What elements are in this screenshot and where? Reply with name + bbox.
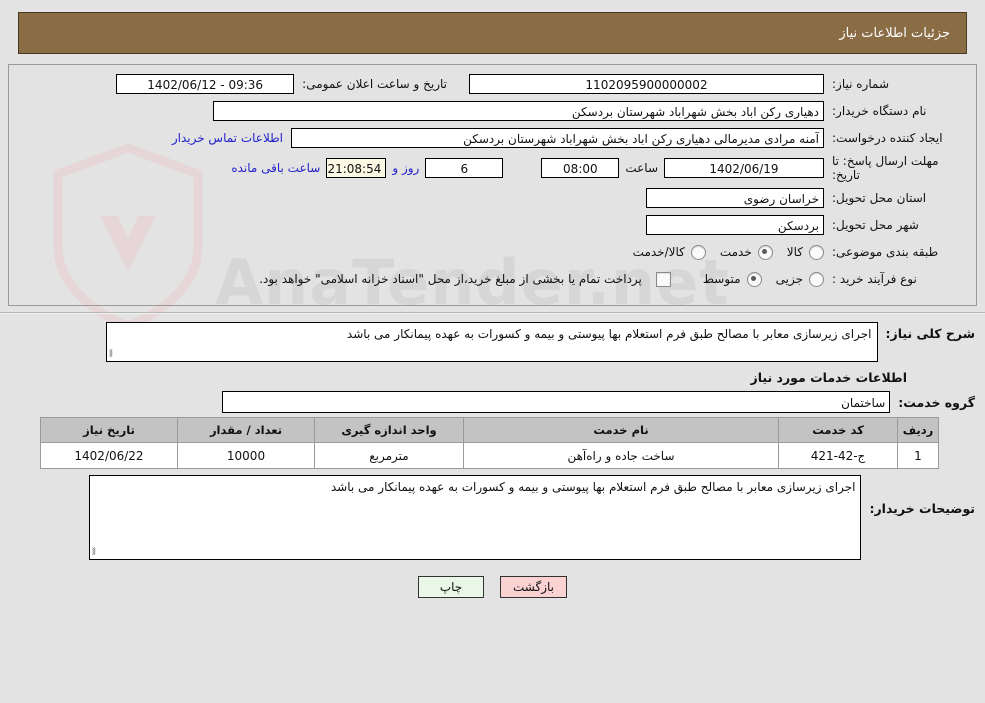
- buyer-notes-row: توضیحات خریدار: اجرای زیرسازی معابر با م…: [10, 475, 975, 560]
- radio-icon-jozi[interactable]: [809, 271, 824, 287]
- col-index: ردیف: [897, 417, 939, 443]
- remaining-days-field[interactable]: 6: [425, 158, 504, 178]
- cell-quantity: 10000: [177, 442, 315, 469]
- service-group-field[interactable]: ساختمان: [222, 391, 891, 413]
- need-number-field[interactable]: 1102095900000002: [469, 74, 824, 94]
- requester-field[interactable]: آمنه مرادی مدیرمالی دهیاری رکن اباد بخش …: [291, 128, 824, 148]
- process-radio-group: جزیی متوسط: [689, 271, 824, 287]
- buyer-notes-textarea[interactable]: اجرای زیرسازی معابر با مصالح طبق فرم است…: [89, 475, 862, 560]
- col-need-date: تاریخ نیاز: [40, 417, 178, 443]
- resize-grip-icon[interactable]: ⧚: [109, 347, 121, 360]
- buyer-notes-value: اجرای زیرسازی معابر با مصالح طبق فرم است…: [330, 480, 856, 494]
- page-title: جزئیات اطلاعات نیاز: [839, 25, 950, 41]
- process-option-motevaset[interactable]: متوسط: [702, 271, 762, 287]
- radio-icon-kala[interactable]: [809, 244, 824, 260]
- cell-name: ساخت جاده و راه‌آهن: [463, 442, 779, 469]
- treasury-note-label: پرداخت تمام یا بخشی از مبلغ خرید،از محل …: [259, 272, 642, 286]
- category-radio-group: کالا خدمت کالا/خدمت: [619, 244, 824, 260]
- process-option-jozi[interactable]: جزیی: [775, 271, 824, 287]
- remaining-hours-label: ساعت باقی مانده: [231, 161, 321, 175]
- deadline-time-field[interactable]: 08:00: [541, 158, 620, 178]
- category-option-kala-label: کالا: [786, 245, 803, 259]
- public-announce-field[interactable]: 09:36 - 1402/06/12: [116, 74, 295, 94]
- days-label: روز و: [392, 161, 420, 175]
- row-need-number: شماره نیاز: 1102095900000002 تاریخ و ساع…: [15, 73, 970, 95]
- row-province: استان محل تحویل: خراسان رضوی: [15, 187, 970, 209]
- table-row[interactable]: 1 ج-42-421 ساخت جاده و راه‌آهن مترمربع 1…: [40, 442, 939, 469]
- general-description-section: شرح کلی نیاز: اجرای زیرسازی معابر با مصا…: [0, 314, 985, 417]
- row-category: طبقه بندی موضوعی: کالا خدمت کالا/خدمت: [15, 241, 970, 263]
- row-deadline: مهلت ارسال پاسخ: تا تاریخ: 1402/06/19 سا…: [15, 154, 970, 182]
- remaining-time-field[interactable]: 21:08:54: [326, 158, 387, 178]
- province-label: استان محل تحویل:: [832, 191, 927, 205]
- services-table-wrapper: ردیف کد خدمت نام خدمت واحد اندازه گیری ت…: [0, 417, 985, 469]
- action-button-bar: بازگشت چاپ: [0, 564, 985, 598]
- requester-label: ایجاد کننده درخواست:: [832, 131, 943, 145]
- category-label: طبقه بندی موضوعی:: [832, 245, 939, 259]
- buyer-notes-label: توضیحات خریدار:: [869, 501, 975, 516]
- back-button[interactable]: بازگشت: [500, 576, 567, 598]
- col-name: نام خدمت: [463, 417, 779, 443]
- col-code: کد خدمت: [778, 417, 898, 443]
- services-table-header-row: ردیف کد خدمت نام خدمت واحد اندازه گیری ت…: [40, 417, 939, 443]
- city-label: شهر محل تحویل:: [832, 218, 919, 232]
- radio-icon-kala-khedmat[interactable]: [690, 244, 706, 260]
- col-quantity: تعداد / مقدار: [177, 417, 315, 443]
- col-unit: واحد اندازه گیری: [314, 417, 464, 443]
- general-description-textarea[interactable]: اجرای زیرسازی معابر با مصالح طبق فرم است…: [105, 322, 878, 362]
- radio-icon-khedmat[interactable]: [757, 244, 773, 260]
- category-option-khedmat-label: خدمت: [719, 245, 752, 259]
- resize-grip-icon-notes[interactable]: ⧚: [92, 545, 104, 558]
- province-field[interactable]: خراسان رضوی: [646, 188, 824, 208]
- city-field[interactable]: بردسکن: [646, 215, 824, 235]
- row-city: شهر محل تحویل: بردسکن: [15, 214, 970, 236]
- cell-need-date: 1402/06/22: [40, 442, 178, 469]
- services-section-title: اطلاعات خدمات مورد نیاز: [750, 370, 908, 385]
- general-description-label: شرح کلی نیاز:: [885, 326, 975, 341]
- radio-icon-motevaset[interactable]: [746, 271, 762, 287]
- need-info-panel: شماره نیاز: 1102095900000002 تاریخ و ساع…: [8, 64, 977, 306]
- buyer-org-field[interactable]: دهیاری رکن اباد بخش شهراباد شهرستان بردس…: [213, 101, 824, 121]
- cell-index: 1: [897, 442, 939, 469]
- row-buyer-org: نام دستگاه خریدار: دهیاری رکن اباد بخش ش…: [15, 100, 970, 122]
- process-option-jozi-label: جزیی: [775, 272, 803, 286]
- print-button[interactable]: چاپ: [418, 576, 484, 598]
- category-option-kala[interactable]: کالا: [786, 244, 824, 260]
- service-group-row: گروه خدمت: ساختمان: [10, 391, 975, 413]
- buyer-org-label: نام دستگاه خریدار:: [832, 104, 927, 118]
- buyer-notes-section: توضیحات خریدار: اجرای زیرسازی معابر با م…: [0, 469, 985, 564]
- deadline-label: مهلت ارسال پاسخ: تا تاریخ:: [832, 154, 939, 182]
- deadline-date-field[interactable]: 1402/06/19: [664, 158, 824, 178]
- process-label: نوع فرآیند خرید :: [832, 272, 917, 286]
- cell-unit: مترمربع: [314, 442, 464, 469]
- treasury-checkbox[interactable]: [655, 271, 671, 287]
- row-process-type: نوع فرآیند خرید : جزیی متوسط پرداخت تمام…: [15, 268, 970, 290]
- public-announce-label: تاریخ و ساعت اعلان عمومی:: [302, 77, 447, 91]
- row-requester: ایجاد کننده درخواست: آمنه مرادی مدیرمالی…: [15, 127, 970, 149]
- page-header: جزئیات اطلاعات نیاز: [18, 12, 967, 54]
- buyer-contact-link[interactable]: اطلاعات تماس خریدار: [164, 131, 291, 145]
- general-description-value: اجرای زیرسازی معابر با مصالح طبق فرم است…: [346, 327, 872, 341]
- services-table: ردیف کد خدمت نام خدمت واحد اندازه گیری ت…: [40, 417, 939, 469]
- need-number-label: شماره نیاز:: [832, 77, 889, 91]
- category-option-khedmat[interactable]: خدمت: [719, 244, 773, 260]
- process-option-motevaset-label: متوسط: [702, 272, 741, 286]
- category-option-kala-khedmat-label: کالا/خدمت: [632, 245, 685, 259]
- general-description-row: شرح کلی نیاز: اجرای زیرسازی معابر با مصا…: [10, 322, 975, 362]
- service-group-label: گروه خدمت:: [898, 394, 975, 410]
- category-option-kala-khedmat[interactable]: کالا/خدمت: [632, 244, 706, 260]
- hour-label: ساعت: [625, 161, 658, 175]
- cell-code: ج-42-421: [778, 442, 898, 469]
